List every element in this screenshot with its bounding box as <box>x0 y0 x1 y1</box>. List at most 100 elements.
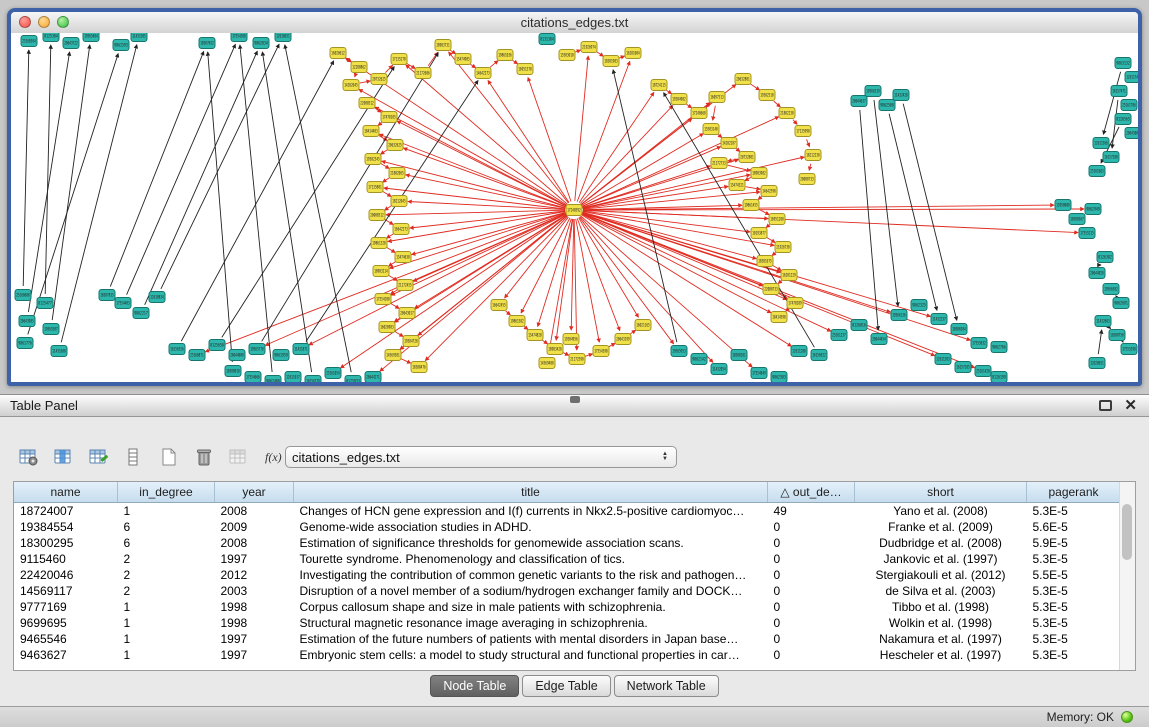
network-graph[interactable]: 2516050481253042064372219565404986159311… <box>11 33 1138 382</box>
graph-node[interactable]: 17135990 <box>795 126 811 137</box>
graph-node[interactable]: 17555398 <box>1121 344 1137 355</box>
graph-node[interactable]: 9861593 <box>113 40 129 51</box>
graph-node[interactable]: 17554208 <box>375 294 391 305</box>
graph-node[interactable]: 8125650 <box>209 340 225 351</box>
graph-node[interactable]: 14642590 <box>761 186 777 197</box>
tab-edge-table[interactable]: Edge Table <box>522 675 610 697</box>
graph-node[interactable]: 21802065 <box>389 168 405 179</box>
graph-node[interactable]: 16097313 <box>709 92 725 103</box>
graph-node[interactable]: 9862949 <box>1085 204 1101 215</box>
graph-node[interactable]: 11432237 <box>931 314 947 325</box>
table-row[interactable]: 1456911722003Disruption of a novel membe… <box>14 583 1120 599</box>
graph-node[interactable]: 19384720 <box>403 336 419 347</box>
graph-node[interactable]: 19566136 <box>891 310 907 321</box>
graph-node[interactable]: 16156556 <box>169 344 185 355</box>
graph-node[interactable]: 15474321 <box>729 180 745 191</box>
graph-node[interactable]: 9861776 <box>17 338 33 349</box>
graph-node[interactable]: 19565404 <box>83 33 99 42</box>
graph-node[interactable]: 17470105 <box>381 112 397 123</box>
graph-node[interactable]: 11432054 <box>711 364 727 375</box>
graph-node[interactable]: 11432603 <box>1095 316 1111 327</box>
graph-node[interactable]: 25161786 <box>1121 100 1137 111</box>
graph-node[interactable]: 10588201 <box>731 350 747 361</box>
column-header-name[interactable]: name <box>14 482 118 503</box>
graph-node[interactable]: 18381675 <box>757 256 773 267</box>
graph-node[interactable]: 25161420 <box>975 366 991 377</box>
graph-node[interactable]: 9862766 <box>991 342 1007 353</box>
graph-node[interactable]: 17555032 <box>971 338 987 349</box>
graph-node[interactable]: 18903731 <box>435 40 451 51</box>
table-disabled-icon[interactable] <box>226 444 252 470</box>
column-header-year[interactable]: year <box>215 482 294 503</box>
zoom-window-icon[interactable] <box>57 16 69 28</box>
minimize-window-icon[interactable] <box>38 16 50 28</box>
graph-node[interactable]: 8125304 <box>43 33 59 42</box>
table-row[interactable]: 977716911998Corpus callosum shape and si… <box>14 599 1120 615</box>
table-scrollbar[interactable] <box>1119 482 1135 670</box>
graph-node[interactable]: 20643722 <box>63 38 79 49</box>
graph-node[interactable]: 20080512 <box>369 210 385 221</box>
graph-node[interactable]: 16642455 <box>491 300 507 311</box>
graph-node[interactable]: 19302510 <box>759 90 775 101</box>
graph-node[interactable]: 10587652 <box>199 38 215 49</box>
graph-node[interactable]: 16157288 <box>1103 152 1119 163</box>
column-header-title[interactable]: title <box>294 482 768 503</box>
graph-node[interactable]: 18212045 <box>391 196 407 207</box>
graph-node[interactable]: 8131304 <box>539 34 555 45</box>
graph-node[interactable]: 21172606 <box>415 68 431 79</box>
float-panel-icon[interactable] <box>1099 400 1112 411</box>
graph-node[interactable]: 9862691 <box>1113 298 1129 309</box>
graph-node[interactable]: 19565770 <box>249 344 265 355</box>
tab-network-table[interactable]: Network Table <box>614 675 719 697</box>
graph-node[interactable]: 18903214 <box>373 266 389 277</box>
graph-node[interactable]: 20644454 <box>871 334 887 345</box>
graph-node[interactable]: 9862142 <box>691 354 707 365</box>
graph-node[interactable]: 11432420 <box>893 90 909 101</box>
table-row[interactable]: 1938455462009Genome-wide association stu… <box>14 519 1120 535</box>
graph-node[interactable]: 8126382 <box>1097 252 1113 263</box>
graph-node[interactable]: 19861036 <box>497 50 513 61</box>
graph-node[interactable]: 8125833 <box>345 376 361 383</box>
graph-node[interactable]: 9862400 <box>265 376 281 383</box>
table-row[interactable]: 1830029562008Estimation of significance … <box>14 535 1120 551</box>
graph-node[interactable]: 25161603 <box>1089 166 1105 177</box>
graph-node[interactable]: 15958000 <box>1055 200 1071 211</box>
graph-node[interactable]: 16281229 <box>781 270 797 281</box>
graph-node[interactable]: 17555215 <box>1079 228 1095 239</box>
graph-node[interactable]: 10588750 <box>1109 330 1125 341</box>
graph-node[interactable]: 12611200 <box>791 346 807 357</box>
graph-node[interactable]: 19302345 <box>365 154 381 165</box>
tab-node-table[interactable]: Node Table <box>430 675 519 697</box>
table-row[interactable]: 969969511998Structural magnetic resonanc… <box>14 615 1120 631</box>
graph-node[interactable]: 11431871 <box>293 344 309 355</box>
edit-table-icon[interactable] <box>86 444 112 470</box>
graph-node[interactable]: 20632625 <box>387 140 403 151</box>
graph-node[interactable]: 18903420 <box>547 344 563 355</box>
graph-node[interactable]: 20732801 <box>739 152 755 163</box>
graph-node[interactable]: 12611566 <box>1093 138 1109 149</box>
graph-node[interactable]: 9861959 <box>273 350 289 361</box>
graph-node[interactable]: 14642273 <box>475 68 491 79</box>
table-scrollbar-thumb[interactable] <box>1122 504 1132 560</box>
graph-node[interactable]: 18414403 <box>363 126 379 137</box>
select-columns-icon[interactable] <box>51 444 77 470</box>
graph-node[interactable]: 14569301 <box>385 350 401 361</box>
graph-node[interactable]: 10588018 <box>225 366 241 377</box>
graph-node[interactable]: 12610834 <box>149 292 165 303</box>
graph-node[interactable]: 19861455 <box>743 200 759 211</box>
network-window-titlebar[interactable]: citations_edges.txt <box>11 12 1138 34</box>
graph-node[interactable]: 16157471 <box>1111 86 1127 97</box>
graph-node[interactable]: 18903902 <box>751 168 767 179</box>
graph-node[interactable]: 8125477 <box>37 298 53 309</box>
graph-node[interactable]: 17554849 <box>751 368 767 379</box>
table-row[interactable]: 946362711997Embryonic stem cells: a mode… <box>14 647 1120 663</box>
network-canvas[interactable]: 2516050481253042064372219565404986159311… <box>11 33 1138 382</box>
graph-node[interactable]: 20645003 <box>1125 128 1138 139</box>
close-panel-icon[interactable]: ✕ <box>1124 400 1137 411</box>
graph-node[interactable]: 9862325 <box>911 300 927 311</box>
graph-node[interactable]: 8126565 <box>1115 114 1131 125</box>
graph-node[interactable]: 9862583 <box>771 372 787 383</box>
graph-node[interactable]: 21172590 <box>569 354 585 365</box>
graph-node[interactable]: 21926974 <box>581 42 597 53</box>
graph-node[interactable]: 16642273 <box>393 224 409 235</box>
